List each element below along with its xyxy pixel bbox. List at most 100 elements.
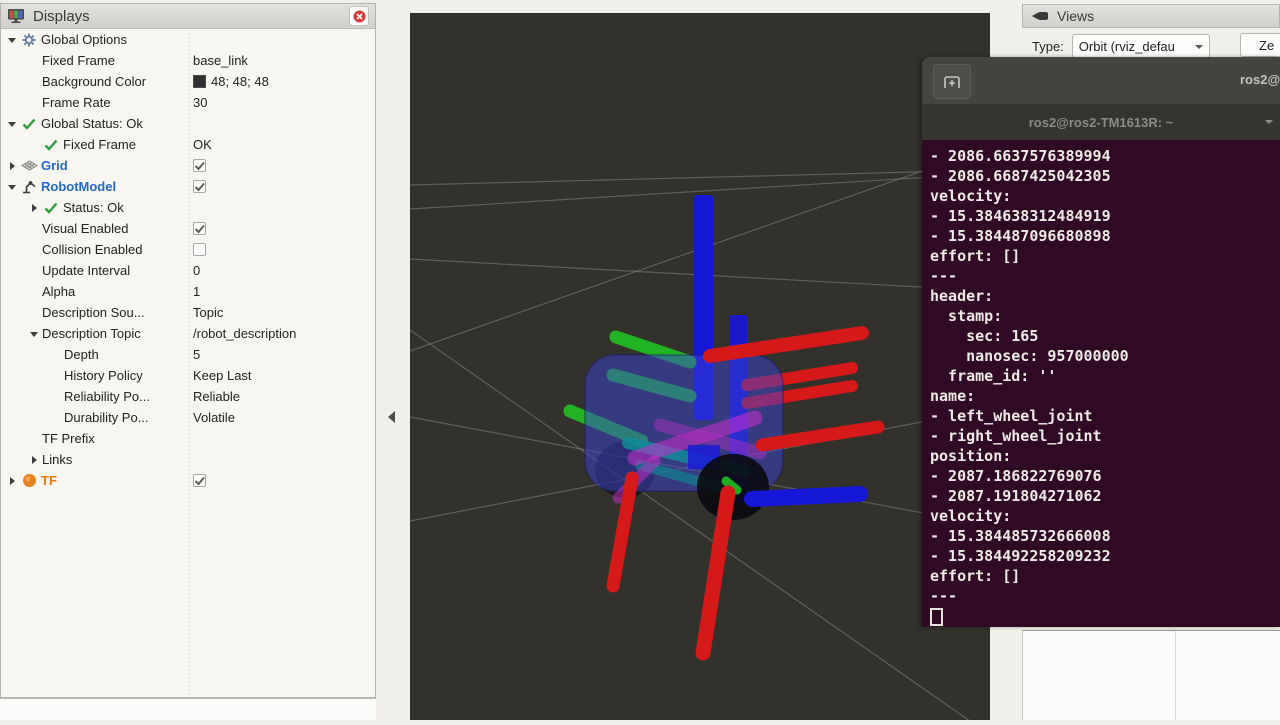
panel-collapse-handle[interactable] bbox=[388, 411, 395, 423]
arrow-spacer bbox=[29, 54, 42, 68]
row-label: Description Topic bbox=[42, 326, 141, 341]
arrow-spacer bbox=[51, 411, 64, 425]
enabled-checkbox[interactable] bbox=[193, 243, 206, 256]
property-value[interactable]: Reliable bbox=[193, 389, 240, 404]
display-row-grid: Grid bbox=[1, 155, 375, 176]
row-label: Links bbox=[42, 452, 72, 467]
display-row-history-policy: History Policy Keep Last bbox=[1, 365, 375, 386]
terminal-line: - left_wheel_joint bbox=[930, 406, 1280, 426]
arrow-spacer bbox=[29, 75, 42, 89]
display-row-global-status-ok: Global Status: Ok bbox=[1, 113, 375, 134]
row-label: History Policy bbox=[64, 368, 143, 383]
arrow-spacer bbox=[29, 306, 42, 320]
property-value[interactable]: Keep Last bbox=[193, 368, 252, 383]
row-label: Fixed Frame bbox=[42, 53, 115, 68]
3d-viewport[interactable] bbox=[410, 13, 990, 720]
terminal-line: position: bbox=[930, 446, 1280, 466]
expand-arrow[interactable] bbox=[7, 474, 20, 488]
terminal-line: --- bbox=[930, 586, 1280, 606]
property-value[interactable]: 1 bbox=[193, 284, 200, 299]
view-type-row: Type: Orbit (rviz_defau Ze bbox=[1022, 33, 1280, 59]
arrow-spacer bbox=[29, 138, 42, 152]
property-value[interactable]: 5 bbox=[193, 347, 200, 362]
tf-icon bbox=[20, 473, 38, 489]
display-row-collision-enabled: Collision Enabled bbox=[1, 239, 375, 260]
arrow-spacer bbox=[51, 348, 64, 362]
display-row-alpha: Alpha 1 bbox=[1, 281, 375, 302]
arrow-spacer bbox=[29, 432, 42, 446]
checkbox-checked[interactable] bbox=[193, 180, 206, 193]
property-column-divider bbox=[189, 29, 190, 697]
gear-icon bbox=[20, 32, 38, 48]
row-label: Alpha bbox=[42, 284, 75, 299]
terminal-line: sec: 165 bbox=[930, 326, 1280, 346]
row-label: Frame Rate bbox=[42, 95, 111, 110]
view-type-label: Type: bbox=[1032, 39, 1064, 54]
expand-arrow[interactable] bbox=[7, 117, 20, 131]
expand-arrow[interactable] bbox=[7, 180, 20, 194]
expand-arrow[interactable] bbox=[29, 201, 42, 215]
displays-tree: Global Options Fixed Frame base_link Backgr… bbox=[1, 29, 375, 697]
property-value[interactable]: 48; 48; 48 bbox=[193, 74, 269, 89]
display-row-background-color: Background Color48; 48; 48 bbox=[1, 71, 375, 92]
row-label: Durability Po... bbox=[64, 410, 149, 425]
view-type-dropdown[interactable]: Orbit (rviz_defau bbox=[1072, 34, 1210, 58]
row-label: Update Interval bbox=[42, 263, 130, 278]
displays-close-button[interactable] bbox=[349, 6, 369, 26]
rviz-window: { "displays_panel": { "title": "Displays… bbox=[0, 0, 1280, 720]
check-icon bbox=[20, 116, 38, 132]
display-row-durability-po: Durability Po... Volatile bbox=[1, 407, 375, 428]
checkbox-unchecked[interactable] bbox=[193, 243, 206, 256]
terminal-line: stamp: bbox=[930, 306, 1280, 326]
zero-button-label: Ze bbox=[1259, 38, 1274, 53]
property-value[interactable]: Topic bbox=[193, 305, 223, 320]
terminal-line: effort: [] bbox=[930, 246, 1280, 266]
terminal-titlebar[interactable]: ros2@ bbox=[922, 57, 1280, 104]
terminal-line: velocity: bbox=[930, 506, 1280, 526]
tab-list-caret-icon bbox=[1265, 120, 1273, 124]
terminal-line: - 15.384485732666008 bbox=[930, 526, 1280, 546]
property-value[interactable]: /robot_description bbox=[193, 326, 296, 341]
arrow-spacer bbox=[51, 369, 64, 383]
row-label: Depth bbox=[64, 347, 99, 362]
row-label: TF Prefix bbox=[42, 431, 95, 446]
property-value[interactable]: Volatile bbox=[193, 410, 235, 425]
arrow-spacer bbox=[29, 96, 42, 110]
enabled-checkbox[interactable] bbox=[193, 474, 206, 487]
display-row-visual-enabled: Visual Enabled bbox=[1, 218, 375, 239]
row-label: Global Status: Ok bbox=[41, 116, 143, 131]
terminal-line: --- bbox=[930, 266, 1280, 286]
checkbox-checked[interactable] bbox=[193, 159, 206, 172]
expand-arrow[interactable] bbox=[7, 159, 20, 173]
views-panel-titlebar: Views bbox=[1022, 4, 1280, 28]
enabled-checkbox[interactable] bbox=[193, 222, 206, 235]
display-row-links: Links bbox=[1, 449, 375, 470]
property-value[interactable]: 30 bbox=[193, 95, 207, 110]
display-row-status-ok: Status: Ok bbox=[1, 197, 375, 218]
enabled-checkbox[interactable] bbox=[193, 180, 206, 193]
expand-arrow[interactable] bbox=[29, 327, 42, 341]
checkbox-checked[interactable] bbox=[193, 474, 206, 487]
new-tab-button[interactable] bbox=[933, 64, 971, 99]
display-row-reliability-po: Reliability Po...Reliable bbox=[1, 386, 375, 407]
property-value[interactable]: base_link bbox=[193, 53, 248, 68]
display-row-robotmodel: RobotModel bbox=[1, 176, 375, 197]
check-icon bbox=[42, 200, 60, 216]
row-label: TF bbox=[41, 473, 57, 488]
terminal-line: - 15.384492258209232 bbox=[930, 546, 1280, 566]
terminal-line: header: bbox=[930, 286, 1280, 306]
display-row-tf-prefix: TF Prefix bbox=[1, 428, 375, 449]
row-label: Description Sou... bbox=[42, 305, 145, 320]
terminal-tab[interactable]: ros2@ros2-TM1613R: ~ bbox=[1029, 115, 1174, 130]
property-value[interactable]: 0 bbox=[193, 263, 200, 278]
expand-arrow[interactable] bbox=[7, 33, 20, 47]
expand-arrow[interactable] bbox=[29, 453, 42, 467]
value-text: 48; 48; 48 bbox=[211, 74, 269, 89]
terminal-content[interactable]: - 2086.6637576389994- 2086.6687425042305… bbox=[922, 140, 1280, 627]
enabled-checkbox[interactable] bbox=[193, 159, 206, 172]
row-label: Global Options bbox=[41, 32, 127, 47]
checkbox-checked[interactable] bbox=[193, 222, 206, 235]
zero-button[interactable]: Ze bbox=[1240, 33, 1280, 57]
robot-icon bbox=[20, 179, 38, 195]
arrow-spacer bbox=[51, 390, 64, 404]
